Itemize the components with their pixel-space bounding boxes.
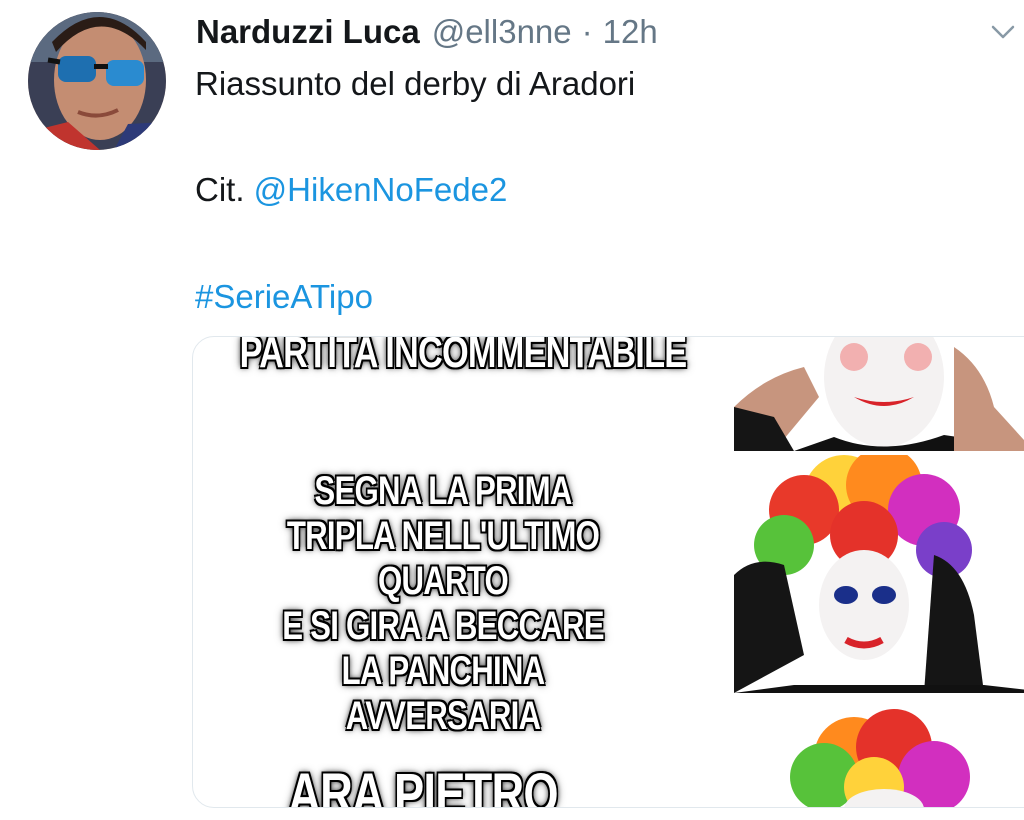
meme-middle-line: LA PANCHINA AVVERSARIA bbox=[341, 649, 546, 738]
citation-prefix: Cit. bbox=[195, 171, 245, 208]
author-name[interactable]: Narduzzi Luca bbox=[196, 10, 420, 54]
tweet-text-line: Riassunto del derby di Aradori bbox=[195, 65, 636, 102]
chevron-down-icon[interactable] bbox=[990, 22, 1016, 42]
clown-panel-face-paint bbox=[734, 337, 1024, 451]
tweet-citation: Cit. @HikenNoFede2 bbox=[195, 170, 507, 210]
meme-middle-line: SEGNA LA PRIMA bbox=[314, 469, 572, 513]
author-handle[interactable]: @ell3nne bbox=[432, 10, 572, 54]
hashtag-link[interactable]: #SerieATipo bbox=[195, 278, 373, 315]
media-image[interactable]: PARTITA INCOMMENTABILE SEGNA LA PRIMA TR… bbox=[192, 336, 1024, 808]
tweet-header: Narduzzi Luca @ell3nne · 12h bbox=[196, 10, 658, 54]
mention-link[interactable]: @HikenNoFede2 bbox=[254, 171, 508, 208]
avatar-image bbox=[28, 12, 166, 150]
clown-panel-full bbox=[734, 697, 1024, 807]
meme-bottom-caption: ARA PIETRO bbox=[288, 762, 558, 808]
meme-middle-line: TRIPLA NELL'ULTIMO QUARTO bbox=[286, 514, 600, 603]
meme-middle-line: E SI GIRA A BECCARE bbox=[282, 604, 604, 648]
meme-top-caption: PARTITA INCOMMENTABILE bbox=[239, 336, 688, 377]
separator-dot: · bbox=[581, 13, 593, 50]
timestamp[interactable]: 12h bbox=[603, 10, 658, 54]
meme-middle-caption: SEGNA LA PRIMA TRIPLA NELL'ULTIMO QUARTO… bbox=[248, 469, 638, 739]
avatar[interactable] bbox=[28, 12, 166, 150]
tweet: Narduzzi Luca @ell3nne · 12h Riassunto d… bbox=[0, 0, 1024, 820]
clown-panel-wig bbox=[734, 455, 1024, 693]
tweet-hashtag-line: #SerieATipo bbox=[195, 277, 373, 317]
